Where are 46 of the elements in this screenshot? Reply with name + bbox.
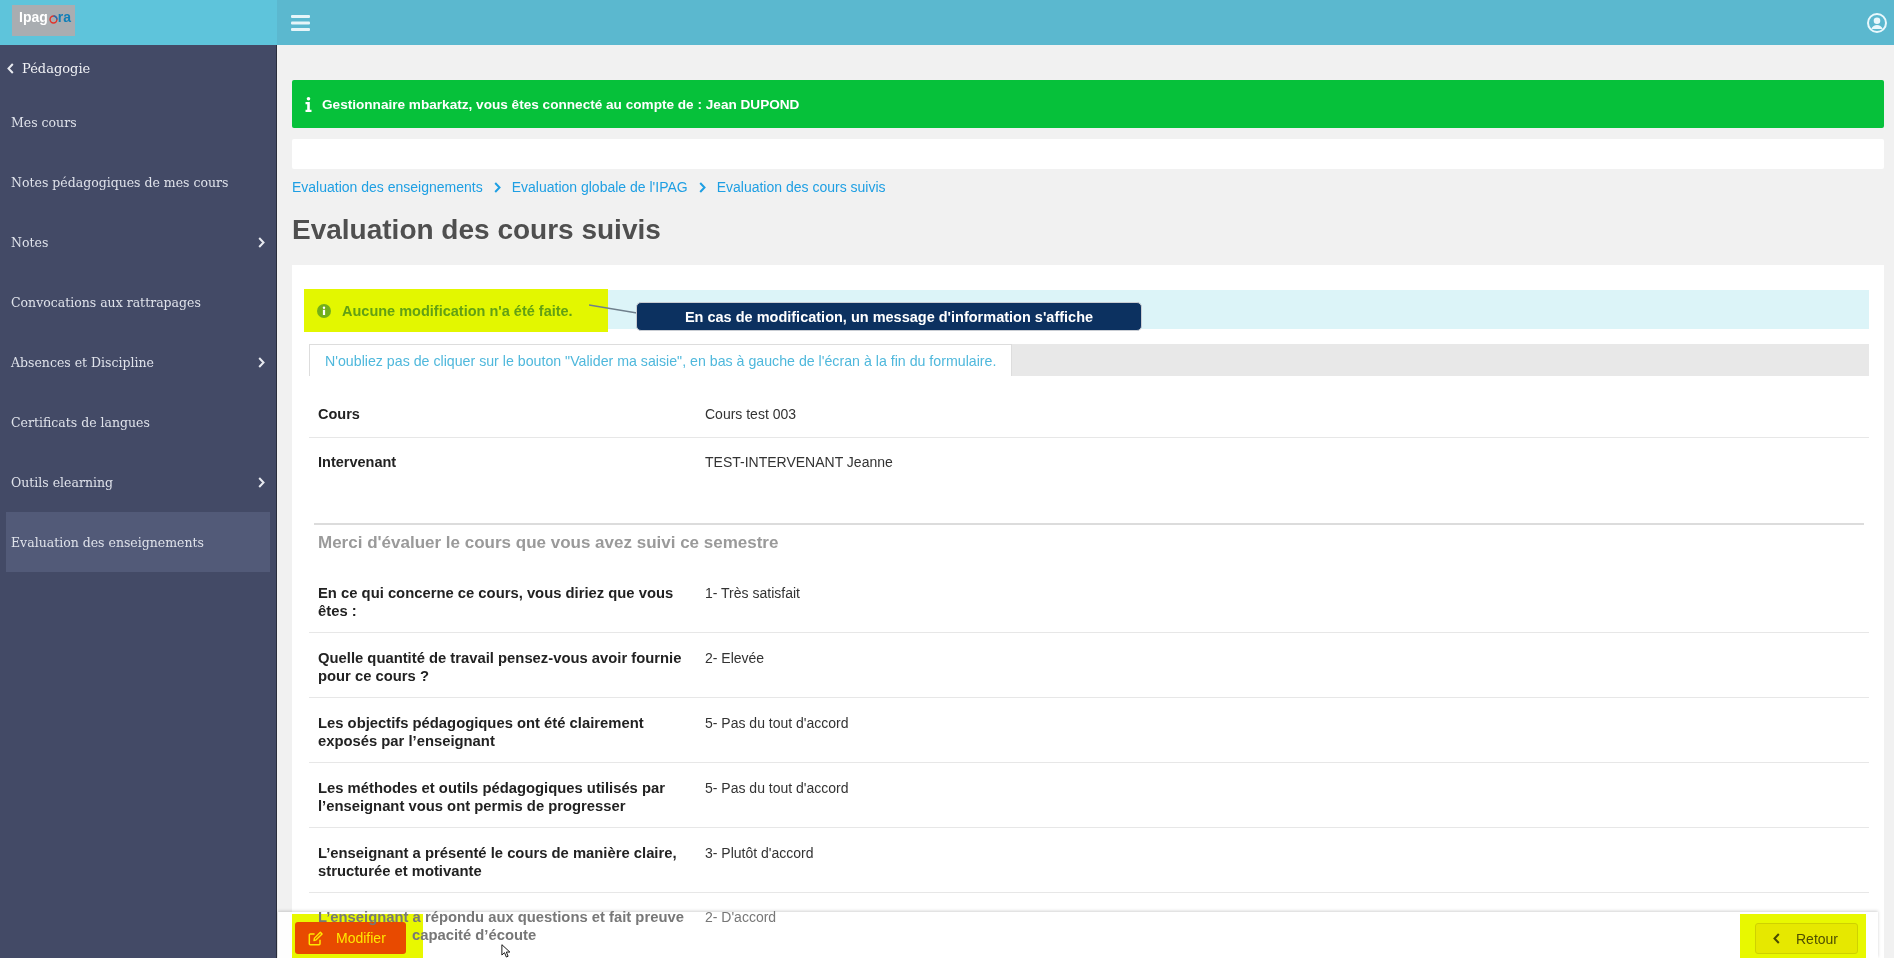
chevron-right-icon: [698, 181, 706, 193]
sidebar-item[interactable]: Evaluation des enseignements: [6, 512, 270, 572]
sidebar-item[interactable]: Absences et Discipline: [6, 332, 270, 392]
logo-text: ra: [57, 10, 71, 25]
chevron-right-icon: [258, 236, 265, 248]
page-title: Evaluation des cours suivis: [292, 213, 662, 247]
back-link[interactable]: Pédagogie: [0, 45, 276, 92]
field-value: TEST-INTERVENANT Jeanne: [705, 452, 893, 471]
sidebar-item[interactable]: Certificats de langues: [6, 392, 270, 452]
callout: En cas de modification, un message d'information s'affiche: [636, 302, 1142, 331]
answer-value: 1- Très satisfait: [705, 584, 800, 602]
field-value: Cours test 003: [705, 404, 797, 423]
answer-value: 5- Pas du tout d'accord: [705, 779, 849, 797]
question-label: Les objectifs pédagogiques ont été clairement exposés par l’enseignant: [318, 714, 645, 750]
chevron-right-icon: [258, 476, 265, 488]
sidebar-item[interactable]: Outils elearning: [6, 452, 270, 512]
logo-ring-icon: [48, 15, 58, 24]
sidebar-item[interactable]: Notes pédagogiques de mes cours: [6, 152, 270, 212]
question-label: Les méthodes et outils pédagogiques utilisés par l’enseignant vous ont permis de progresser: [318, 779, 666, 815]
banner-text: Gestionnaire mbarkatz, vous êtes connecté au compte de : Jean DUPOND: [322, 96, 800, 112]
edit-icon: [308, 930, 323, 946]
user-icon[interactable]: [1867, 12, 1887, 33]
info-icon: [305, 96, 312, 112]
answer-value: 3- Plutôt d'accord: [705, 844, 814, 862]
menu-icon[interactable]: [291, 14, 310, 31]
alert-text: Aucune modification n'a été faite.: [342, 302, 573, 319]
answer-value: 2- D'accord: [705, 908, 777, 926]
answer-value: 5- Pas du tout d'accord: [705, 714, 849, 732]
logo-text: Ipag: [19, 10, 48, 25]
field-label: Intervenant: [318, 453, 397, 470]
sidebar-item[interactable]: Notes: [6, 212, 270, 272]
section-heading: Merci d'évaluer le cours que vous avez suivi ce semestre: [318, 533, 779, 553]
chevron-right-icon: [493, 181, 501, 193]
chevron-left-icon: [1773, 933, 1780, 944]
sidebar-item[interactable]: Mes cours: [6, 92, 270, 152]
question-label: Quelle quantité de travail pensez-vous avoir fournie pour ce cours ?: [318, 649, 683, 685]
back-button[interactable]: Retour: [1755, 923, 1858, 954]
answer-value: 2- Elevée: [705, 649, 765, 667]
leader-line: [589, 304, 637, 314]
question-label: En ce qui concerne ce cours, vous diriez que vous êtes :: [318, 584, 675, 620]
field-label: Cours: [318, 405, 360, 422]
chevron-left-icon: [7, 63, 14, 74]
sidebar-item[interactable]: Convocations aux rattrapages: [6, 272, 270, 332]
question-label: L’enseignant a présenté le cours de manière claire, structurée et motivante: [318, 844, 678, 880]
chevron-right-icon: [258, 356, 265, 368]
info-icon: [317, 303, 331, 318]
